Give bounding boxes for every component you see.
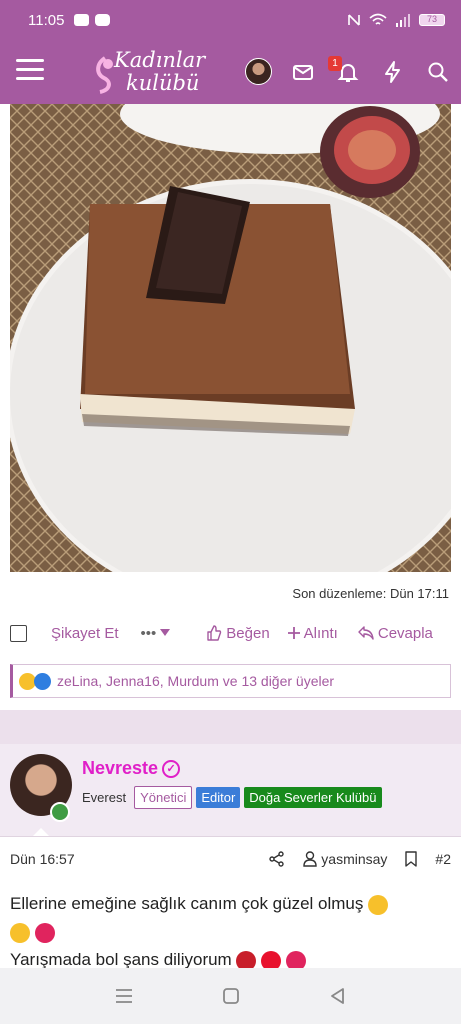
post-actions-bar: Şikayet Et ••• Beğen Alıntı Cevapla [10,622,451,644]
reply-username-link[interactable]: Nevreste ✓ [82,758,181,779]
tag-doga-severler: Doğa Severler Kulübü [244,787,382,808]
reply-icon [358,626,374,640]
reactions-summary[interactable]: zeLina, Jenna16, Murdum ve 13 diğer üyel… [10,664,451,698]
user-block-pointer [33,828,49,836]
quote-label: Alıntı [303,624,338,642]
notification-badge: 1 [328,56,342,71]
wifi-icon [369,13,387,25]
chevron-down-icon [160,629,171,636]
verified-icon: ✓ [162,759,181,778]
like-button[interactable]: Beğen [206,624,270,642]
tag-yonetici: Yönetici [134,786,193,809]
post-divider [0,710,461,744]
bookmark-icon[interactable] [405,851,418,867]
author-name: yasminsay [321,851,388,867]
report-button[interactable]: Şikayet Et [51,625,119,642]
report-label: Şikayet Et [51,624,119,642]
meta-separator [0,836,461,837]
reactions-text: zeLina, Jenna16, Murdum ve 13 diğer üyel… [57,673,335,689]
battery-icon: 73 [419,14,445,26]
reply-line1: Ellerine emeğine sağlık canım çok güzel … [10,894,364,913]
select-checkbox[interactable] [10,624,27,642]
share-icon[interactable] [269,851,285,867]
logo-text-line1: Kadınlar [114,48,206,72]
like-icon [207,625,222,641]
youtube-icon [74,14,90,26]
author-link[interactable]: yasminsay [303,851,387,867]
plus-icon [287,627,300,639]
status-time: 11:05 [28,11,65,29]
tag-editor: Editor [196,787,241,808]
more-label: ••• [140,624,157,642]
site-logo[interactable]: Kadınlar kulübü [92,46,218,98]
menu-icon[interactable] [16,59,44,83]
online-status-icon [50,802,70,822]
top-navigation-bar: Kadınlar kulübü 1 [0,40,461,104]
back-icon[interactable] [327,985,349,1007]
edit-note: Son düzenleme: Dün 17:11 [292,586,449,601]
user-icon [303,851,317,867]
lightning-icon[interactable] [381,60,405,84]
like-reaction-icon [34,672,51,690]
like-label: Beğen [226,624,270,642]
search-icon[interactable] [426,60,450,84]
nfc-icon [348,14,360,26]
user-tags: Everest Yönetici Editor Doğa Severler Ku… [82,786,382,809]
post-image[interactable] [10,104,451,572]
mail-icon[interactable] [291,60,315,84]
reply-label: Cevapla [377,624,433,642]
reply-post-meta: Dün 16:57 yasminsay #2 [10,848,451,870]
user-title: Everest [82,790,127,805]
quote-button[interactable]: Alıntı [287,624,338,642]
reply-post-body: Ellerine emeğine sağlık canım çok güzel … [10,890,451,974]
dessert-photo [10,104,451,572]
instagram-icon [95,14,111,26]
recents-menu-icon[interactable] [113,985,135,1007]
more-menu-button[interactable]: ••• [141,625,171,642]
reply-username: Nevreste [82,758,159,778]
reply-line2: Yarışmada bol şans diliyorum [10,950,232,969]
post-number[interactable]: #2 [435,851,451,867]
sparkling-heart-emoji-icon [34,922,55,943]
signal-icon [396,14,410,27]
user-avatar[interactable] [245,58,272,85]
reply-button[interactable]: Cevapla [358,625,433,642]
home-icon[interactable] [220,985,242,1007]
status-bar: 11:05 73 [0,0,461,40]
system-navigation-bar [0,968,461,1024]
reply-user-block: Nevreste ✓ Everest Yönetici Editor Doğa … [0,744,461,836]
logo-text-line2: kulübü [126,71,200,95]
hug-emoji-icon [368,894,389,915]
heart-eyes-emoji-icon [10,922,30,943]
reply-time[interactable]: Dün 16:57 [10,851,75,867]
